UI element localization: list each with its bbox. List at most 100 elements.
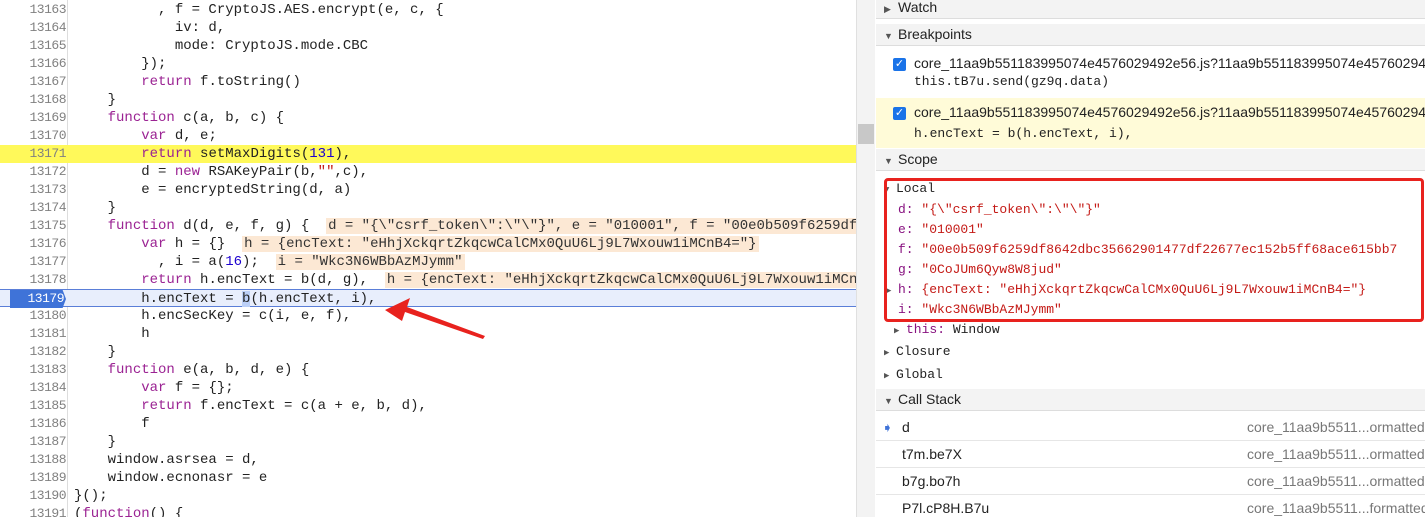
line-number[interactable]: 13186 [12, 415, 66, 433]
code-line[interactable]: 13174 } [0, 199, 856, 217]
line-number[interactable]: 13181 [12, 325, 66, 343]
line-number[interactable]: 13184 [12, 379, 66, 397]
line-number[interactable]: 13165 [12, 37, 66, 55]
code-line[interactable]: 13169 function c(a, b, c) { [0, 109, 856, 127]
breakpoint-checkbox[interactable]: ✓ [893, 107, 906, 120]
line-number[interactable]: 13177 [12, 253, 66, 271]
var-value: Window [952, 322, 1000, 337]
code-token: window.ecnonasr = e [74, 470, 268, 486]
line-number[interactable]: 13174 [12, 199, 66, 217]
line-number[interactable]: 13176 [12, 235, 66, 253]
code-line[interactable]: 13187 } [0, 433, 856, 451]
code-token: c(a, b, c) { [174, 110, 285, 126]
code-editor[interactable]: 13163 , f = CryptoJS.AES.encrypt(e, c, {… [0, 0, 856, 517]
code-token: var [141, 380, 167, 396]
code-token: ); [242, 254, 276, 270]
code-text: return f.encText = c(a + e, b, d), [74, 397, 427, 415]
code-line[interactable]: 13176 var h = {} h = {encText: "eHhjXckq… [0, 235, 856, 253]
breakpoint-item[interactable]: ✓ core_11aa9b551183995074e4576029492e56.… [876, 52, 1425, 98]
line-number[interactable]: 13189 [12, 469, 66, 487]
code-line[interactable]: 13172 d = new RSAKeyPair(b,"",c), [0, 163, 856, 181]
breakpoint-checkbox[interactable]: ✓ [893, 58, 906, 71]
line-number[interactable]: 13190 [12, 487, 66, 505]
line-number[interactable]: 13185 [12, 397, 66, 415]
code-line[interactable]: 13171 return setMaxDigits(131), [0, 145, 856, 163]
line-number[interactable]: 13171 [12, 145, 66, 163]
callstack-frame[interactable]: t7m.be7X core_11aa9b5511...ormatted [876, 441, 1425, 468]
frame-location[interactable]: core_11aa9b5511...ormatted [1247, 468, 1425, 495]
code-line[interactable]: 13166 }); [0, 55, 856, 73]
scrollbar-thumb[interactable] [858, 124, 874, 144]
line-number[interactable]: 13173 [12, 181, 66, 199]
line-number[interactable]: 13172 [12, 163, 66, 181]
code-text: }); [74, 55, 166, 73]
scope-this[interactable]: ▶ this: Window [894, 322, 1000, 337]
code-line[interactable]: 13173 e = encryptedString(d, a) [0, 181, 856, 199]
watch-section-header[interactable]: ▶ Watch [876, 0, 1425, 19]
code-token: f.encText = c(a + e, b, d), [191, 398, 427, 414]
inline-value: h = {encText: "eHhjXckqrtZkqcwCalCMx0QuU… [384, 272, 856, 288]
callstack-section-header[interactable]: ▼ Call Stack [876, 389, 1425, 411]
code-token: e = encryptedString(d, a) [74, 182, 352, 198]
code-text: , f = CryptoJS.AES.encrypt(e, c, { [74, 1, 444, 19]
line-number[interactable]: 13180 [12, 307, 66, 325]
code-text: } [74, 343, 116, 361]
line-number[interactable]: 13170 [12, 127, 66, 145]
scope-section-header[interactable]: ▼ Scope [876, 149, 1425, 171]
line-number[interactable]: 13183 [12, 361, 66, 379]
callstack-frame[interactable]: b7g.bo7h core_11aa9b5511...ormatted [876, 468, 1425, 495]
code-token: h = {} [166, 236, 243, 252]
code-text: return setMaxDigits(131), [74, 145, 351, 163]
line-number[interactable]: 13188 [12, 451, 66, 469]
code-line[interactable]: 13183 function e(a, b, d, e) { [0, 361, 856, 379]
editor-scrollbar[interactable] [856, 0, 875, 517]
line-number[interactable]: 13164 [12, 19, 66, 37]
code-token: h.encSecKey = c(i, e, f), [74, 308, 352, 324]
code-token: function [107, 218, 175, 234]
code-line[interactable]: 13188 window.asrsea = d, [0, 451, 856, 469]
line-number[interactable]: 13182 [12, 343, 66, 361]
code-line[interactable]: 13170 var d, e; [0, 127, 856, 145]
scope-global[interactable]: ▶ Global [884, 367, 943, 382]
code-line[interactable]: 13182 } [0, 343, 856, 361]
line-number[interactable]: 13191 [12, 505, 66, 517]
code-line[interactable]: 13185 return f.encText = c(a + e, b, d), [0, 397, 856, 415]
code-line[interactable]: 13164 iv: d, [0, 19, 856, 37]
code-token: RSAKeyPair(b, [200, 164, 318, 180]
code-line[interactable]: 13190}(); [0, 487, 856, 505]
line-number[interactable]: 13169 [12, 109, 66, 127]
frame-location[interactable]: core_11aa9b5511...formatted [1247, 495, 1425, 517]
code-text: } [74, 433, 116, 451]
line-number[interactable]: 13163 [12, 1, 66, 19]
line-number[interactable]: 13168 [12, 91, 66, 109]
code-line[interactable]: 13184 var f = {}; [0, 379, 856, 397]
code-line[interactable]: 13175 function d(d, e, f, g) { d = "{\"c… [0, 217, 856, 235]
code-line[interactable]: 13163 , f = CryptoJS.AES.encrypt(e, c, { [0, 1, 856, 19]
line-number[interactable]: 13187 [12, 433, 66, 451]
frame-location[interactable]: core_11aa9b5511...ormatted [1247, 414, 1425, 441]
code-text: h.encSecKey = c(i, e, f), [74, 307, 351, 325]
breakpoint-item-active[interactable]: ✓ core_11aa9b551183995074e4576029492e56.… [876, 98, 1425, 148]
callstack-frame[interactable]: ➧ d core_11aa9b5511...ormatted [876, 414, 1425, 441]
breakpoints-section-header[interactable]: ▼ Breakpoints [876, 24, 1425, 46]
scope-closure[interactable]: ▶ Closure [884, 344, 951, 359]
code-line[interactable]: 13178 return h.encText = b(d, g), h = {e… [0, 271, 856, 289]
expand-triangle-icon: ▶ [884, 348, 890, 358]
code-token: new [174, 164, 201, 180]
frame-location[interactable]: core_11aa9b5511...ormatted [1247, 441, 1425, 468]
code-token: var [141, 236, 167, 252]
line-number[interactable]: 13179 [10, 290, 66, 308]
line-number[interactable]: 13175 [12, 217, 66, 235]
callstack-frame[interactable]: P7l.cP8H.B7u core_11aa9b5511...formatted [876, 495, 1425, 517]
code-line[interactable]: 13177 , i = a(16); i = "Wkc3N6WBbAzMJymm… [0, 253, 856, 271]
code-token: window.asrsea = d, [74, 452, 259, 468]
code-line[interactable]: 13168 } [0, 91, 856, 109]
line-number[interactable]: 13166 [12, 55, 66, 73]
code-line[interactable]: 13186 f [0, 415, 856, 433]
code-line[interactable]: 13189 window.ecnonasr = e [0, 469, 856, 487]
code-line[interactable]: 13167 return f.toString() [0, 73, 856, 91]
line-number[interactable]: 13167 [12, 73, 66, 91]
code-line[interactable]: 13191 (function() { [0, 505, 856, 517]
line-number[interactable]: 13178 [12, 271, 66, 289]
code-line[interactable]: 13165 mode: CryptoJS.mode.CBC [0, 37, 856, 55]
